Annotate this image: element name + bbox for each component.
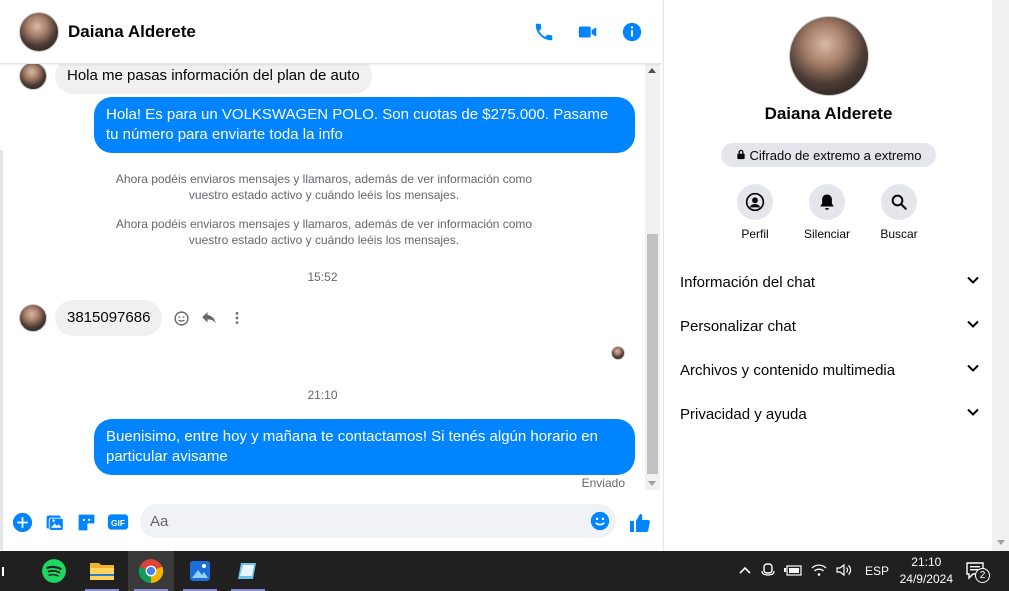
sent-status: Enviado bbox=[581, 476, 625, 490]
gallery-icon[interactable] bbox=[43, 511, 65, 533]
chat-header: Daiana Alderete bbox=[0, 0, 662, 64]
profile-avatar[interactable] bbox=[789, 16, 869, 96]
chrome-icon[interactable] bbox=[128, 551, 174, 591]
scroll-up-arrow[interactable] bbox=[648, 68, 656, 73]
section-label: Información del chat bbox=[680, 273, 816, 291]
chevron-down-icon bbox=[966, 317, 980, 335]
video-call-icon[interactable] bbox=[576, 20, 600, 44]
timestamp: 15:52 bbox=[307, 270, 338, 284]
action-mute[interactable]: Silenciar bbox=[792, 184, 862, 241]
scroll-down-arrow[interactable] bbox=[997, 540, 1005, 545]
spotify-icon[interactable] bbox=[31, 551, 77, 591]
wifi-icon[interactable] bbox=[811, 563, 827, 580]
action-label: Buscar bbox=[880, 227, 918, 241]
thumbs-up-icon[interactable] bbox=[628, 511, 652, 535]
scroll-thumb[interactable] bbox=[647, 234, 658, 474]
task-view-icon[interactable] bbox=[0, 551, 14, 591]
message-bubble-out[interactable]: Hola! Es para un VOLKSWAGEN POLO. Son cu… bbox=[94, 97, 635, 153]
clock-date: 24/9/2024 bbox=[899, 572, 953, 586]
chat-pane: Daiana Alderete Hola me pasas informació… bbox=[0, 0, 662, 551]
sticker-icon[interactable] bbox=[75, 511, 97, 533]
action-search[interactable]: Buscar bbox=[864, 184, 934, 241]
scroll-down-arrow[interactable] bbox=[648, 481, 656, 486]
notification-center-icon[interactable]: 2 bbox=[965, 561, 990, 583]
read-receipt-avatar bbox=[611, 346, 625, 360]
section-label: Personalizar chat bbox=[680, 317, 796, 335]
file-explorer-icon[interactable] bbox=[79, 551, 125, 591]
message-bubble-out[interactable]: Buenisimo, entre hoy y mañana te contact… bbox=[94, 419, 635, 475]
action-label: Silenciar bbox=[803, 227, 851, 241]
system-message: Ahora podéis enviaros mensajes y llamaro… bbox=[115, 217, 533, 247]
chevron-down-icon bbox=[966, 405, 980, 423]
section-label: Archivos y contenido multimedia bbox=[680, 361, 896, 379]
system-tray: ESP bbox=[738, 551, 889, 591]
message-bubble-in[interactable]: Hola me pasas información del plan de au… bbox=[55, 64, 372, 94]
chevron-up-icon[interactable] bbox=[738, 564, 752, 578]
message-input-wrap bbox=[140, 504, 616, 538]
message-row-out-1: Hola! Es para un VOLKSWAGEN POLO. Son cu… bbox=[94, 97, 635, 153]
photos-icon[interactable] bbox=[177, 551, 223, 591]
composer: GIF bbox=[0, 496, 662, 548]
section-privacy-help[interactable]: Privacidad y ayuda bbox=[680, 392, 980, 436]
message-list[interactable]: Hola me pasas información del plan de au… bbox=[0, 64, 645, 490]
windows-taskbar: ESP 21:10 24/9/2024 2 bbox=[0, 551, 1009, 591]
language-indicator[interactable]: ESP bbox=[865, 564, 889, 578]
profile-name: Daiana Alderete bbox=[764, 104, 893, 123]
contact-avatar[interactable] bbox=[19, 11, 59, 52]
more-options-icon[interactable] bbox=[228, 309, 246, 327]
phone-icon[interactable] bbox=[532, 20, 556, 44]
section-chat-info[interactable]: Información del chat bbox=[680, 260, 980, 304]
action-label: Perfil bbox=[741, 227, 769, 241]
message-scrollbar[interactable] bbox=[645, 64, 660, 490]
meet-now-icon[interactable] bbox=[761, 562, 775, 581]
section-customize-chat[interactable]: Personalizar chat bbox=[680, 304, 980, 348]
sender-avatar bbox=[19, 304, 47, 332]
svg-text:GIF: GIF bbox=[111, 518, 125, 528]
search-icon[interactable] bbox=[881, 184, 917, 220]
page-scrollbar[interactable] bbox=[992, 0, 1009, 551]
react-emoji-icon[interactable] bbox=[172, 309, 190, 327]
section-label: Privacidad y ayuda bbox=[680, 405, 807, 423]
encryption-badge[interactable]: Cifrado de extremo a extremo bbox=[721, 143, 936, 167]
emoji-icon[interactable] bbox=[590, 511, 610, 531]
chevron-down-icon bbox=[966, 273, 980, 291]
action-profile[interactable]: Perfil bbox=[720, 184, 790, 241]
taskbar-clock[interactable]: 21:10 24/9/2024 bbox=[900, 554, 953, 588]
message-bubble-in[interactable]: 3815097686 bbox=[55, 300, 163, 336]
contact-name[interactable]: Daiana Alderete bbox=[68, 22, 196, 42]
profile-icon[interactable] bbox=[737, 184, 773, 220]
clock-time: 21:10 bbox=[911, 555, 942, 569]
info-icon[interactable] bbox=[620, 20, 644, 44]
section-media-files[interactable]: Archivos y contenido multimedia bbox=[680, 348, 980, 392]
message-input[interactable] bbox=[150, 506, 570, 536]
chat-info-pane: Daiana Alderete Cifrado de extremo a ext… bbox=[663, 0, 992, 551]
bell-icon[interactable] bbox=[809, 184, 845, 220]
volume-icon[interactable] bbox=[836, 563, 852, 580]
lock-icon bbox=[736, 148, 746, 163]
reply-icon[interactable] bbox=[200, 309, 218, 327]
message-row-out-2: Buenisimo, entre hoy y mañana te contact… bbox=[94, 419, 635, 475]
system-message: Ahora podéis enviaros mensajes y llamaro… bbox=[115, 172, 533, 202]
notification-count-badge: 2 bbox=[975, 568, 990, 583]
message-row-in-1: Hola me pasas información del plan de au… bbox=[19, 64, 372, 94]
encryption-label: Cifrado de extremo a extremo bbox=[749, 147, 922, 163]
chevron-down-icon bbox=[966, 361, 980, 379]
battery-icon[interactable] bbox=[784, 564, 802, 579]
gif-icon[interactable]: GIF bbox=[107, 511, 129, 533]
plus-icon[interactable] bbox=[11, 511, 33, 533]
notes-app-icon[interactable] bbox=[225, 551, 271, 591]
message-row-in-2: 3815097686 bbox=[19, 300, 246, 336]
sender-avatar bbox=[19, 64, 47, 90]
timestamp: 21:10 bbox=[307, 388, 338, 402]
